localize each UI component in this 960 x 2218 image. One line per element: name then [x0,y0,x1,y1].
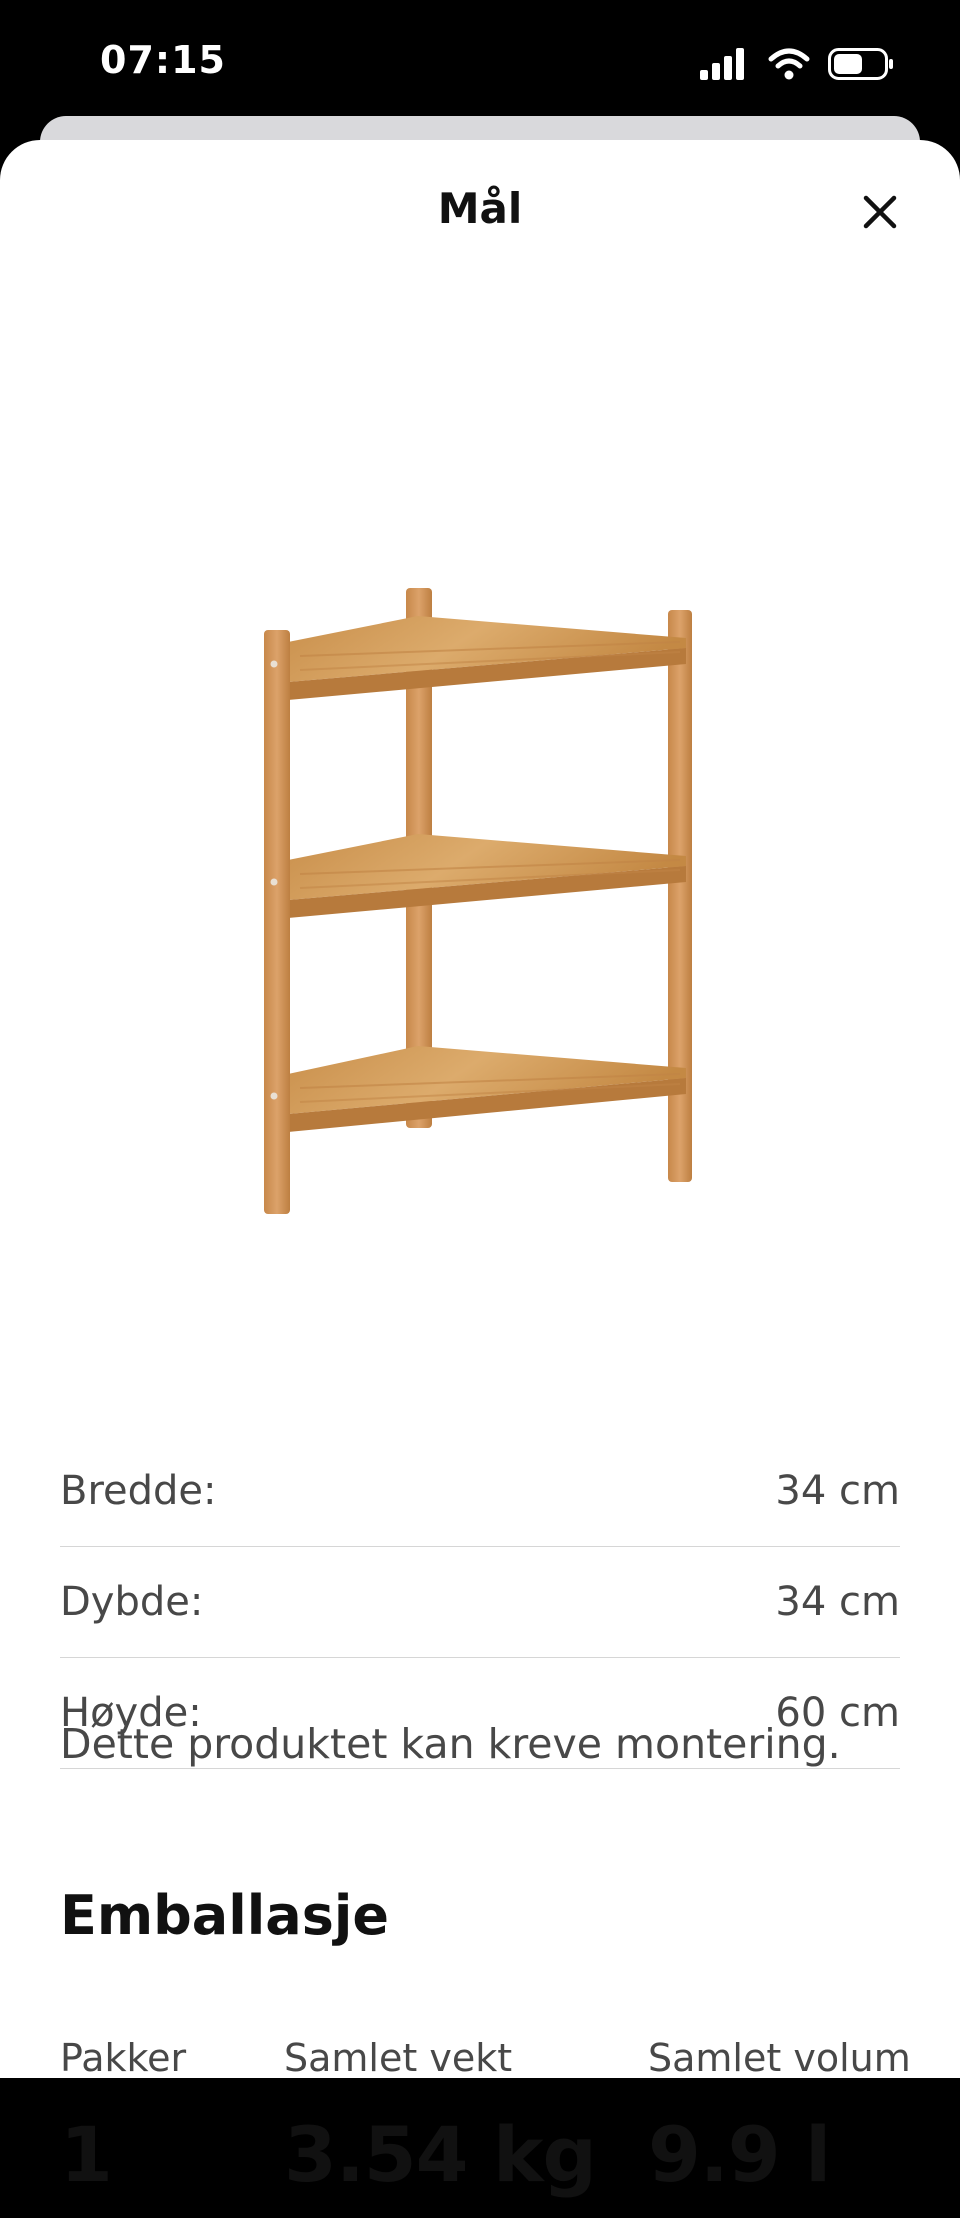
close-button[interactable] [848,180,912,244]
packaging-weight: Samlet vekt 3.54 kg [284,2036,597,2199]
sheet-header: Mål [0,140,960,280]
shelf-middle [288,834,686,918]
packaging-value: 1 [60,2110,113,2199]
dimension-value: 34 cm [775,1579,900,1625]
sheet-title: Mål [437,184,523,233]
dimension-value: 34 cm [775,1468,900,1514]
shelf-front-leg [264,630,290,1214]
assembly-note: Dette produktet kan kreve montering. [60,1720,841,1768]
packaging-packages: Pakker 1 [60,2036,186,2199]
status-time: 07:15 [100,38,226,82]
shelf-bottom [288,1046,686,1132]
dimension-label: Dybde: [60,1579,204,1625]
wifi-icon [768,48,810,80]
cellular-signal-icon [700,48,744,80]
packaging-stats: Pakker 1 Samlet vekt 3.54 kg Samlet volu… [60,2036,911,2218]
dimensions-sheet: Mål Bredde: 34 cm Dybde: 34 cm Høyde: 60… [0,140,960,2199]
status-icons [700,44,894,84]
packaging-volume: Samlet volum 9.9 l [648,2036,911,2199]
corner-shelf-illustration [264,588,692,1214]
shelf-right-leg [668,610,692,1182]
battery-icon [828,48,893,80]
shelf-top [288,616,686,700]
packaging-value: 9.9 l [648,2110,831,2199]
dimension-row-width: Bredde: 34 cm [60,1436,900,1547]
packaging-value: 3.54 kg [284,2110,597,2199]
status-bar: 07:15 [0,0,960,130]
close-icon[interactable] [863,195,897,229]
packaging-title: Emballasje [60,1884,389,1947]
dimension-label: Bredde: [60,1468,217,1514]
dimension-row-depth: Dybde: 34 cm [60,1547,900,1658]
packaging-label: Samlet volum [648,2036,911,2080]
packaging-label: Pakker [60,2036,187,2080]
packaging-label: Samlet vekt [284,2036,513,2080]
